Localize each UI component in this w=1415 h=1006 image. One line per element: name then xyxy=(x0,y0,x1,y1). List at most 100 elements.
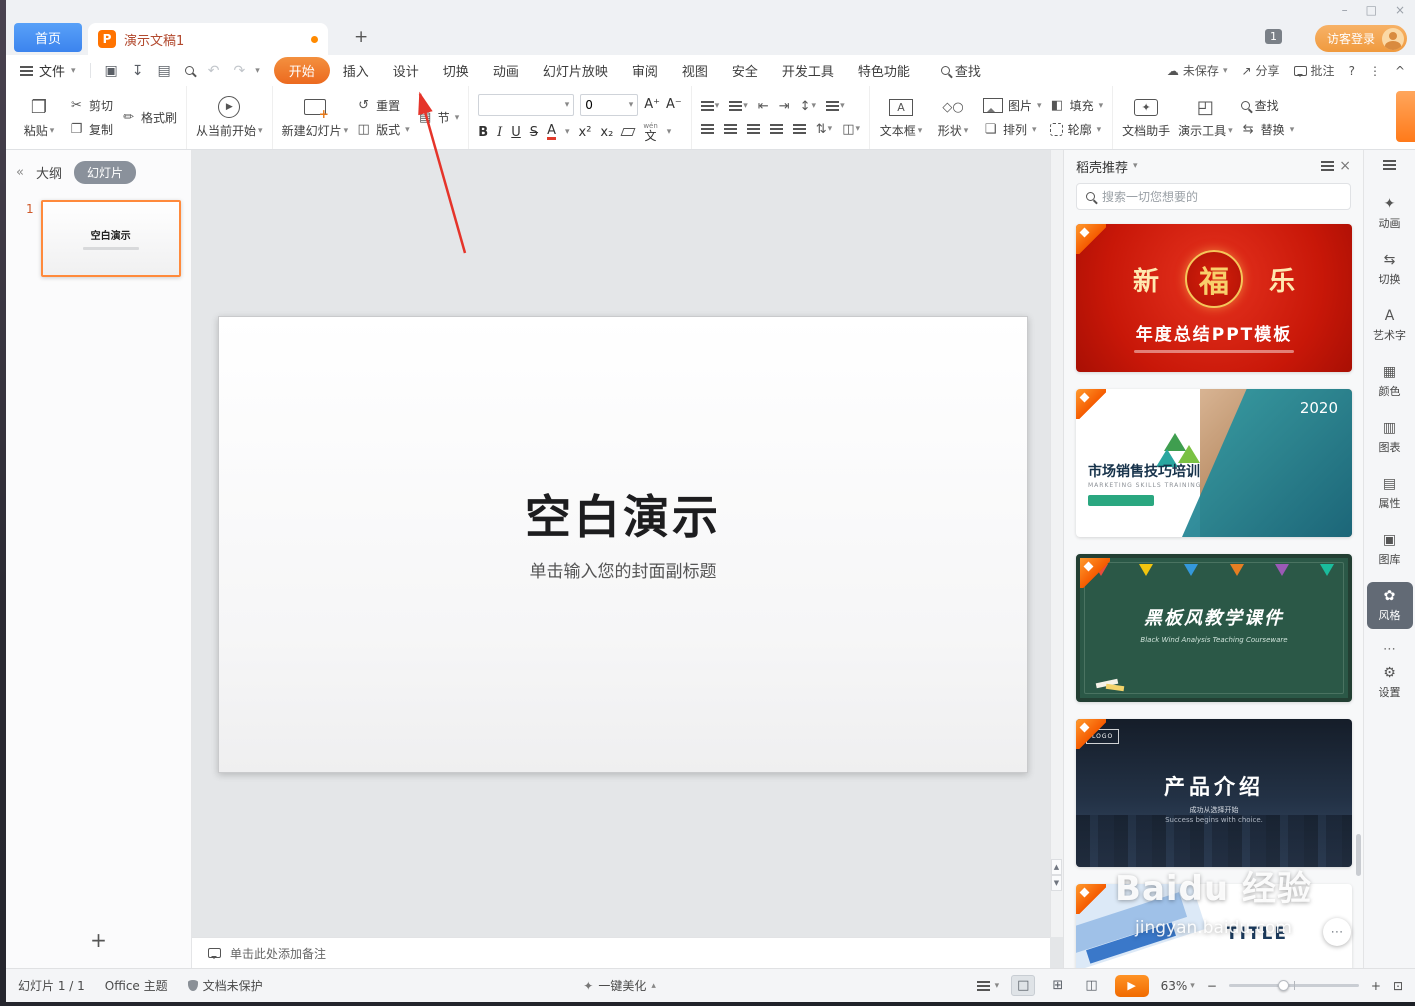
font-size-input[interactable] xyxy=(585,97,626,112)
align-right-button[interactable] xyxy=(746,124,760,134)
vertical-align-button[interactable]: ⇅ ▾ xyxy=(816,122,832,137)
menu-tab-0[interactable]: 开始 xyxy=(273,57,330,84)
reading-view-button[interactable]: ◫ xyxy=(1080,976,1102,995)
template-card-blackboard[interactable]: 黑板风教学课件 Black Wind Analysis Teaching Cou… xyxy=(1076,554,1352,702)
one-click-beautify-button[interactable]: ✦ 一键美化 ▴ xyxy=(583,977,656,994)
underline-button[interactable]: U xyxy=(511,125,521,140)
slide-subtitle-placeholder[interactable]: 单击输入您的封面副标题 xyxy=(219,557,1027,582)
next-slide-button[interactable]: ▼ xyxy=(1051,875,1062,891)
find-button[interactable]: 查找 xyxy=(1240,97,1295,114)
bullet-list-button[interactable]: ▾ xyxy=(700,101,719,111)
help-button[interactable]: ? xyxy=(1349,64,1355,78)
fit-window-button[interactable]: ⊡ xyxy=(1393,979,1403,993)
document-tab[interactable]: P 演示文稿1 xyxy=(88,23,328,55)
list-view-icon[interactable] xyxy=(1321,161,1335,171)
zoom-slider[interactable] xyxy=(1228,980,1359,991)
file-menu-button[interactable]: 文件 ▾ xyxy=(16,61,80,80)
rail-item-6[interactable]: ▣ 图库 xyxy=(1367,526,1413,573)
text-direction-button[interactable]: ▾ xyxy=(826,101,845,111)
feedback-chat-button[interactable]: ⋯ xyxy=(1323,918,1351,946)
normal-view-button[interactable]: □ xyxy=(1011,975,1036,996)
ribbon-edge-panel[interactable] xyxy=(1396,91,1415,142)
template-search-box[interactable] xyxy=(1076,183,1351,210)
menu-tab-3[interactable]: 切换 xyxy=(432,57,480,84)
slide-sorter-view-button[interactable]: ⊞ xyxy=(1047,976,1068,995)
paste-button[interactable]: ❐ 粘贴 ▾ xyxy=(17,96,61,139)
shapes-button[interactable]: ◇○ 形状 ▾ xyxy=(931,96,975,139)
template-search-input[interactable] xyxy=(1102,189,1341,204)
notes-toggle-button[interactable]: ▾ xyxy=(976,980,999,991)
superscript-button[interactable]: x² xyxy=(579,125,592,140)
new-slide-button[interactable]: 新建幻灯片▾ xyxy=(282,96,348,139)
clear-format-icon[interactable] xyxy=(620,128,636,136)
template-card-sales-training[interactable]: 2020 市场销售技巧培训 MARKETING SKILLS TRAINING xyxy=(1076,389,1352,537)
print-button[interactable]: ▤ xyxy=(154,63,175,79)
font-color-button[interactable]: A xyxy=(547,124,556,140)
canvas-scrollbar[interactable]: ▲ ▼ xyxy=(1050,150,1063,937)
menu-tab-4[interactable]: 动画 xyxy=(482,57,530,84)
editing-canvas[interactable]: 空白演示 单击输入您的封面副标题 ▲ ▼ 单击此处添加备注 xyxy=(192,150,1063,968)
redo-button[interactable]: ↷ xyxy=(229,63,249,79)
rail-item-7[interactable]: ✿ 风格 xyxy=(1366,582,1413,629)
save-button[interactable]: ▣ xyxy=(101,63,122,79)
tab-outline[interactable]: 大纲 xyxy=(36,163,62,182)
more-tools-icon[interactable]: ⋯ xyxy=(1383,642,1396,657)
notes-placeholder[interactable]: 单击此处添加备注 xyxy=(230,945,326,962)
doc-assistant-button[interactable]: ✦ 文档助手 xyxy=(1122,96,1170,139)
rail-item-4[interactable]: ▥ 图表 xyxy=(1367,414,1413,461)
columns-button[interactable]: ◫ ▾ xyxy=(842,122,860,137)
distribute-button[interactable] xyxy=(792,124,806,134)
save-status-button[interactable]: ☁ 未保存 ▾ xyxy=(1167,62,1228,79)
collapse-panel-icon[interactable]: « xyxy=(16,165,24,180)
font-name-combo[interactable]: ▾ xyxy=(478,93,575,116)
menu-tab-1[interactable]: 插入 xyxy=(332,57,380,84)
menu-tab-2[interactable]: 设计 xyxy=(382,57,430,84)
menu-tab-9[interactable]: 开发工具 xyxy=(771,57,845,84)
menu-tab-8[interactable]: 安全 xyxy=(721,57,769,84)
rail-item-3[interactable]: ▦ 颜色 xyxy=(1367,358,1413,405)
maximize-button[interactable]: □ xyxy=(1366,3,1377,17)
guest-login-button[interactable]: 访客登录 xyxy=(1314,25,1407,52)
phonetic-guide-button[interactable]: wén 文 xyxy=(643,122,657,142)
collapse-ribbon-button[interactable]: ^ xyxy=(1395,64,1405,78)
picture-button[interactable]: 图片 ▾ xyxy=(983,97,1042,114)
copy-button[interactable]: ❐ 复制 xyxy=(69,121,113,138)
notes-bar[interactable]: 单击此处添加备注 xyxy=(192,937,1050,968)
zoom-level[interactable]: 63% ▾ xyxy=(1161,979,1195,993)
slideshow-play-button[interactable]: ▶ xyxy=(1114,974,1149,997)
slide-thumbnail[interactable]: 空白演示 xyxy=(40,200,181,277)
align-left-button[interactable] xyxy=(700,124,714,134)
font-name-input[interactable] xyxy=(483,97,562,112)
rail-collapse-icon[interactable] xyxy=(1383,160,1396,170)
format-painter-button[interactable]: ✏ 格式刷 xyxy=(121,109,177,126)
slide-title[interactable]: 空白演示 xyxy=(219,481,1027,547)
more-options-icon[interactable]: ⋮ xyxy=(1369,64,1381,78)
numbered-list-button[interactable]: ▾ xyxy=(729,101,748,111)
close-button[interactable]: × xyxy=(1395,3,1405,17)
docer-scrollbar-thumb[interactable] xyxy=(1356,834,1361,876)
increase-indent-button[interactable]: ⇥ xyxy=(779,99,790,114)
cut-button[interactable]: ✂ 剪切 xyxy=(69,97,113,114)
undo-button[interactable]: ↶ xyxy=(204,63,224,79)
italic-button[interactable]: I xyxy=(497,125,502,140)
chevron-down-icon[interactable]: ▾ xyxy=(1133,161,1138,171)
menu-tab-7[interactable]: 视图 xyxy=(671,57,719,84)
reset-button[interactable]: ↺ 重置 xyxy=(356,97,410,114)
rail-item-0[interactable]: ✦ 动画 xyxy=(1367,190,1413,237)
decrease-font-button[interactable]: A⁻ xyxy=(666,97,682,112)
rail-item-8[interactable]: ⚙ 设置 xyxy=(1367,659,1413,706)
line-spacing-button[interactable]: ↕ ▾ xyxy=(800,99,816,114)
menu-tab-5[interactable]: 幻灯片放映 xyxy=(532,57,619,84)
theme-name[interactable]: Office 主题 xyxy=(105,977,168,994)
fill-button[interactable]: ◧ 填充 ▾ xyxy=(1050,97,1103,114)
chevron-down-icon[interactable]: ▾ xyxy=(565,127,570,137)
close-panel-icon[interactable]: × xyxy=(1339,158,1351,174)
replace-button[interactable]: ⇆ 替换 ▾ xyxy=(1241,121,1295,138)
play-from-current-button[interactable]: ▶ 从当前开始 ▾ xyxy=(196,96,263,139)
zoom-in-button[interactable]: + xyxy=(1371,979,1381,993)
font-size-combo[interactable]: ▾ xyxy=(580,93,639,116)
strikethrough-button[interactable]: S xyxy=(530,125,538,140)
outline-button[interactable]: 轮廓 ▾ xyxy=(1049,121,1104,138)
export-button[interactable]: ↧ xyxy=(128,63,148,79)
previous-slide-button[interactable]: ▲ xyxy=(1051,859,1062,875)
